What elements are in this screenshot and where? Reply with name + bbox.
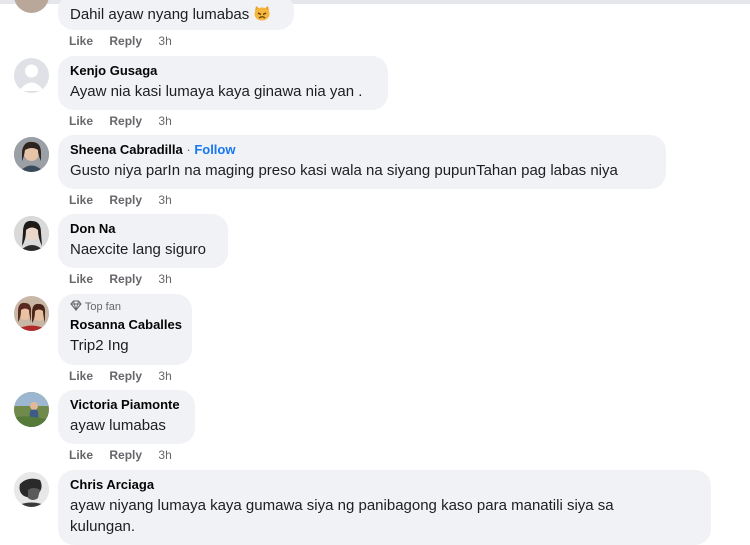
avatar[interactable] [14, 216, 49, 251]
comment-actions: Like Reply 3h [69, 448, 185, 463]
timestamp[interactable]: 3h [158, 448, 171, 462]
comment-text: Dahil ayaw nyang lumabas [70, 4, 282, 27]
badge-label: Top fan [84, 301, 121, 313]
follow-button[interactable]: Follow [194, 142, 235, 157]
comment-text-line-2: kulungan. [70, 518, 136, 535]
comment-bubble: Kenjo Gusaga Ayaw nia kasi lumaya kaya g… [58, 56, 388, 110]
like-button[interactable]: Like [69, 448, 93, 462]
reply-button[interactable]: Reply [109, 369, 142, 383]
like-button[interactable]: Like [69, 193, 93, 207]
comment-bubble: Chris Arciaga ayaw niyang lumaya kaya gu… [58, 470, 711, 545]
comment-bubble: Sheena Cabradilla · Follow Gusto niya pa… [58, 135, 666, 189]
like-button[interactable]: Like [69, 34, 93, 48]
avatar[interactable] [14, 137, 49, 172]
reply-button[interactable]: Reply [109, 34, 142, 48]
timestamp[interactable]: 3h [158, 193, 171, 207]
timestamp[interactable]: 3h [158, 369, 171, 383]
avatar[interactable] [14, 392, 49, 427]
comment-text: Ayaw nia kasi lumaya kaya ginawa nia yan… [70, 83, 363, 100]
comment-actions: Like Reply 3h [69, 34, 185, 49]
diamond-icon [70, 300, 82, 315]
comment-text: ayaw lumabas [70, 417, 166, 434]
reply-button[interactable]: Reply [109, 272, 142, 286]
timestamp[interactable]: 3h [158, 34, 171, 48]
comment-bubble: Don Na Naexcite lang siguro [58, 214, 228, 268]
commenter-name[interactable]: Rosanna Caballes [70, 317, 182, 333]
commenter-name[interactable]: Kenjo Gusaga [70, 63, 376, 79]
commenter-name[interactable]: Sheena Cabradilla [70, 142, 183, 157]
like-button[interactable]: Like [69, 272, 93, 286]
comment-actions: Like Reply 3h [69, 114, 185, 129]
comment-text: Naexcite lang siguro [70, 241, 206, 258]
comment-text: Trip2 Ing [70, 337, 129, 354]
default-avatar-icon[interactable] [14, 58, 49, 93]
commenter-name[interactable]: Don Na [70, 221, 216, 237]
avatar[interactable] [14, 472, 49, 507]
timestamp[interactable]: 3h [158, 272, 171, 286]
avatar[interactable] [14, 296, 49, 331]
comment-bubble: Top fan Rosanna Caballes Trip2 Ing [58, 294, 192, 365]
like-button[interactable]: Like [69, 114, 93, 128]
comment-actions: Like Reply 3h [69, 272, 185, 287]
reply-button[interactable]: Reply [109, 193, 142, 207]
separator-dot: · [186, 142, 191, 157]
commenter-name[interactable]: Victoria Piamonte [70, 397, 183, 413]
avatar[interactable] [14, 0, 49, 13]
comment-text: Gusto niya parIn na maging preso kasi wa… [70, 162, 618, 179]
comment-bubble: Dahil ayaw nyang lumabas [58, 0, 294, 30]
commenter-name-row: Sheena Cabradilla · Follow [70, 142, 654, 158]
timestamp[interactable]: 3h [158, 114, 171, 128]
comment-actions: Like Reply 3h [69, 193, 185, 208]
reply-button[interactable]: Reply [109, 448, 142, 462]
comment-text-line-1: ayaw niyang lumaya kaya gumawa siya ng p… [70, 497, 614, 514]
top-fan-badge: Top fan [70, 300, 180, 315]
pouting-cat-emoji-icon [253, 5, 271, 27]
comment-actions: Like Reply 3h [69, 369, 185, 384]
reply-button[interactable]: Reply [109, 114, 142, 128]
comment-text-body: Dahil ayaw nyang lumabas [70, 6, 250, 23]
like-button[interactable]: Like [69, 369, 93, 383]
commenter-name[interactable]: Chris Arciaga [70, 477, 699, 493]
comment-bubble: Victoria Piamonte ayaw lumabas [58, 390, 195, 444]
